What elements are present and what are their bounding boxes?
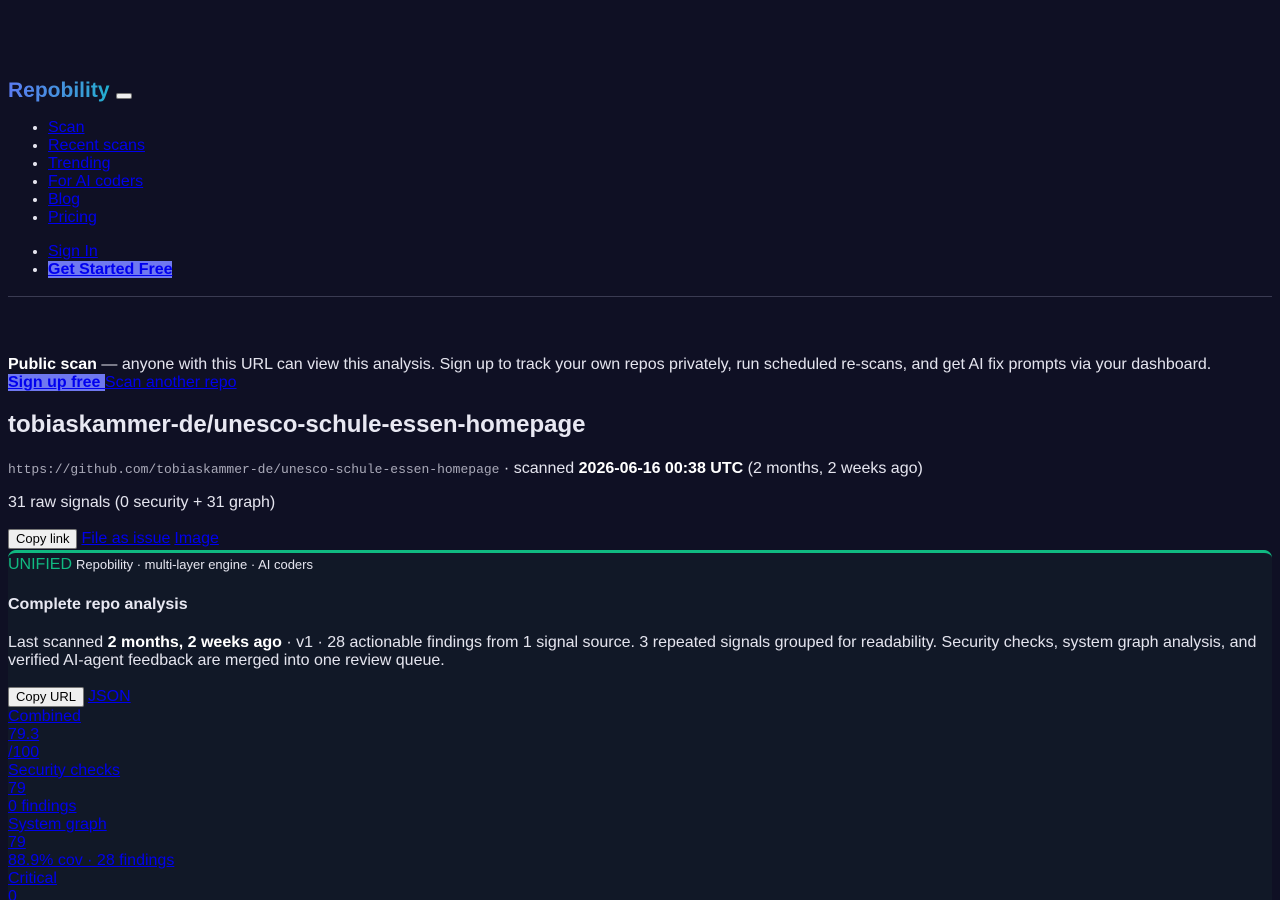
repo-url: https://github.com/tobiaskammer-de/unesc… [8, 462, 500, 477]
stat-critical-value[interactable]: 0 [8, 888, 174, 900]
nav-item-get-started: Get Started Free [48, 261, 173, 279]
nav-link-scan[interactable]: Scan [48, 119, 84, 136]
scanned-prefix: · scanned [499, 460, 579, 477]
header-divider [8, 296, 1272, 297]
stat-combined-value[interactable]: 79.3 [8, 726, 174, 744]
stat-graph-label[interactable]: System graph [8, 816, 174, 834]
sign-up-free-link[interactable]: Sign up free [8, 374, 105, 391]
sign-in-link[interactable]: Sign In [48, 243, 98, 260]
stat-security-sub[interactable]: 0 findings [8, 798, 174, 816]
unified-analysis-card: UNIFIED Repobility · multi-layer engine … [8, 550, 1272, 900]
scan-meta: https://github.com/tobiaskammer-de/unesc… [8, 460, 923, 479]
nav-item-blog: Blog [48, 191, 145, 209]
scanned-ago: (2 months, 2 weeks ago) [743, 460, 923, 477]
nav-item-trending: Trending [48, 155, 145, 173]
stat-graph-sub[interactable]: 88.9% cov · 28 findings [8, 852, 174, 870]
stat-combined-sub[interactable]: /100 [8, 744, 174, 762]
brand-logo[interactable]: Repobility [8, 79, 110, 103]
nav-item-recent-scans: Recent scans [48, 137, 145, 155]
notice-text: — anyone with this URL can view this ana… [96, 356, 1212, 373]
scan-another-repo-link[interactable]: Scan another repo [105, 374, 237, 391]
stat-security-label[interactable]: Security checks [8, 762, 174, 780]
card-description: Last scanned 2 months, 2 weeks ago · v1 … [8, 634, 1272, 670]
stat-combined-label[interactable]: Combined [8, 708, 174, 726]
scanned-at: 2026-06-16 00:38 UTC [578, 460, 744, 477]
nav-item-ai-coders: For AI coders [48, 173, 145, 191]
stat-graph-value[interactable]: 79 [8, 834, 174, 852]
copy-link-button[interactable]: Copy link [8, 529, 78, 549]
nav-link-recent-scans[interactable]: Recent scans [48, 137, 145, 154]
file-as-issue-link[interactable]: File as issue [81, 530, 170, 548]
nav-link-trending[interactable]: Trending [48, 155, 111, 172]
card-actions: Copy URL JSON [8, 687, 131, 707]
nav-link-blog[interactable]: Blog [48, 191, 80, 208]
get-started-link[interactable]: Get Started Free [48, 261, 173, 278]
unified-badge-subtitle: Repobility · multi-layer engine · AI cod… [76, 557, 313, 572]
nav-item-sign-in: Sign In [48, 243, 172, 261]
image-link[interactable]: Image [174, 530, 218, 548]
nav-item-pricing: Pricing [48, 209, 145, 227]
json-link[interactable]: JSON [88, 688, 131, 706]
nav-item-scan: Scan [48, 119, 145, 137]
menu-toggle-button[interactable] [115, 93, 132, 99]
header: Repobility [8, 76, 132, 106]
page-title: tobiaskammer-de/unesco-schule-essen-home… [8, 411, 586, 438]
signals-summary: 31 raw signals (0 security + 31 graph) [8, 494, 276, 511]
desc-prefix: Last scanned [8, 634, 108, 651]
card-title: Complete repo analysis [8, 596, 188, 613]
unified-badge: UNIFIED [8, 556, 72, 573]
nav-link-ai-coders[interactable]: For AI coders [48, 173, 143, 190]
score-stats: Combined 79.3 /100 Security checks 79 0 … [8, 708, 174, 900]
copy-url-button[interactable]: Copy URL [8, 687, 84, 707]
auth-nav: Sign In Get Started Free [8, 243, 173, 279]
notice-bold: Public scan [8, 356, 97, 373]
desc-when: 2 months, 2 weeks ago [107, 634, 282, 651]
public-scan-notice: Public scan — anyone with this URL can v… [8, 356, 1272, 392]
nav-link-pricing[interactable]: Pricing [48, 209, 97, 226]
scan-actions: Copy link File as issue Image [8, 529, 219, 549]
unified-tag-row: UNIFIED Repobility · multi-layer engine … [8, 556, 313, 574]
stat-critical-label[interactable]: Critical [8, 870, 174, 888]
stat-security-value[interactable]: 79 [8, 780, 174, 798]
page: Repobility Scan Recent scans Trending Fo… [0, 0, 1280, 900]
main-nav: Scan Recent scans Trending For AI coders… [8, 119, 145, 227]
